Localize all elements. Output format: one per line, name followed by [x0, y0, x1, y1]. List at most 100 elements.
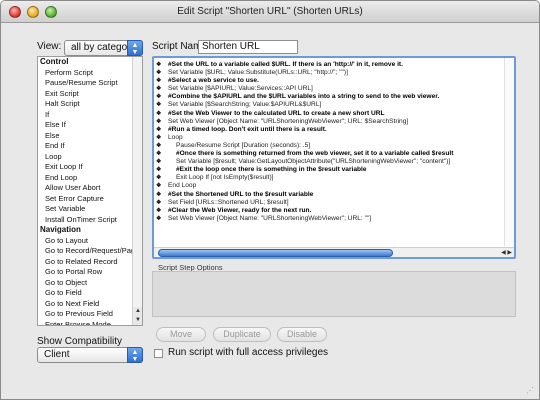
horizontal-scroll-arrows-icon[interactable]: ◀ ▶	[501, 248, 512, 257]
step-item[interactable]: Set Error Capture	[38, 194, 132, 205]
step-item[interactable]: Go to Object	[38, 278, 132, 289]
step-bullet-icon[interactable]: ❖	[156, 199, 161, 207]
step-bullet-icon[interactable]: ❖	[156, 93, 161, 101]
script-line-text: Set Web Viewer [Object Name: "URLShorten…	[168, 117, 409, 125]
step-list-scrollbar[interactable]: ▲ ▼	[132, 57, 142, 325]
step-bullet-icon[interactable]: ❖	[156, 215, 161, 223]
step-bullet-icon[interactable]: ❖	[156, 182, 161, 190]
script-line[interactable]: ❖ #Set the URL to a variable called $URL.…	[156, 61, 498, 69]
step-bullet-icon[interactable]: ❖	[156, 69, 161, 77]
compat-popup[interactable]: Client ▲ ▼	[37, 347, 143, 363]
step-bullet-icon[interactable]: ❖	[156, 85, 161, 93]
step-bullet-icon[interactable]: ❖	[156, 158, 161, 166]
step-item[interactable]: End If	[38, 141, 132, 152]
step-category[interactable]: Control	[38, 57, 132, 68]
step-item[interactable]: Pause/Resume Script	[38, 78, 132, 89]
step-item[interactable]: Else	[38, 131, 132, 142]
full-access-checkbox[interactable]	[154, 349, 163, 358]
script-line[interactable]: ❖ Set Web Viewer [Object Name: "URLShorte…	[156, 117, 498, 126]
script-line[interactable]: ❖ Set Field [URLs::Shortened URL; $result…	[156, 199, 498, 207]
script-line[interactable]: ❖ End Loop	[156, 182, 498, 190]
step-bullet-icon[interactable]: ❖	[156, 126, 161, 134]
step-bullet-icon[interactable]: ❖	[156, 166, 161, 174]
title-bar[interactable]: Edit Script "Shorten URL" (Shorten URLs)	[1, 1, 539, 23]
script-line-text: Set Variable [$result; Value:GetLayoutOb…	[176, 158, 451, 166]
script-line[interactable]: ❖ Pause/Resume Script [Duration (seconds)…	[156, 142, 498, 150]
script-line[interactable]: ❖ Set Web Viewer [Object Name: "URLShorte…	[156, 215, 498, 223]
step-item[interactable]: Halt Script	[38, 99, 132, 110]
script-line[interactable]: ❖ Set Variable [$result; Value:GetLayoutO…	[156, 158, 498, 166]
script-line-text: #Combine the $APIURL and the $URL variab…	[168, 93, 440, 101]
scroll-down-icon[interactable]: ▼	[133, 316, 142, 325]
script-line[interactable]: ❖ #Clear the Web Viewer, ready for the ne…	[156, 207, 498, 215]
step-bullet-icon[interactable]: ❖	[156, 150, 161, 158]
step-category[interactable]: Navigation	[38, 225, 132, 236]
script-vertical-scrollbar[interactable]	[504, 58, 514, 246]
step-items: Control Perform Script Pause/Resume Script…	[38, 57, 139, 326]
step-item[interactable]: Go to Layout	[38, 236, 132, 247]
step-item[interactable]: Go to Record/Request/Page	[38, 246, 139, 257]
step-item[interactable]: Allow User Abort	[38, 183, 132, 194]
step-item[interactable]: Go to Field	[38, 288, 132, 299]
script-line-text: Set Variable [$URL; Value:Substitute(URL…	[168, 69, 348, 77]
script-line-text: Set Variable [$SearchString; Value:$APIU…	[168, 101, 322, 109]
step-bullet-icon[interactable]: ❖	[156, 191, 161, 199]
script-editor[interactable]: ❖ #Set the URL to a variable called $URL.…	[152, 56, 516, 259]
script-lines: ❖ #Set the URL to a variable called $URL.…	[156, 61, 498, 223]
script-line[interactable]: ❖ #Once there is something returned from …	[156, 150, 498, 158]
step-item[interactable]: If	[38, 110, 132, 121]
script-line[interactable]: ❖ #Select a web service to use.	[156, 77, 498, 85]
script-line-text: #Set the Shortened URL to the $result va…	[168, 190, 314, 198]
disable-button[interactable]: Disable	[277, 327, 327, 342]
horizontal-scroll-thumb[interactable]	[158, 249, 393, 257]
step-item[interactable]: Go to Related Record	[38, 257, 132, 268]
resize-grip-icon[interactable]: ⋰	[526, 386, 536, 396]
script-line[interactable]: ❖ #Exit the loop once there is something …	[156, 166, 498, 174]
step-bullet-icon[interactable]: ❖	[156, 101, 161, 109]
script-step-list[interactable]: Control Perform Script Pause/Resume Script…	[37, 56, 143, 326]
step-item[interactable]: Go to Next Field	[38, 299, 132, 310]
step-bullet-icon[interactable]: ❖	[156, 174, 161, 182]
script-line[interactable]: ❖ Exit Loop If [not IsEmpty($result)]	[156, 174, 498, 182]
script-line[interactable]: ❖ #Set the Web Viewer to the calculated U…	[156, 109, 498, 118]
step-item[interactable]: Enter Browse Mode	[38, 320, 132, 326]
step-bullet-icon[interactable]: ❖	[156, 77, 161, 85]
zoom-window-icon[interactable]	[45, 6, 57, 18]
show-compat-label: Show Compatibility	[37, 336, 123, 347]
script-line[interactable]: ❖ #Run a timed loop. Don't exit until the…	[156, 126, 498, 134]
step-item[interactable]: Exit Script	[38, 89, 132, 100]
script-line[interactable]: ❖ Set Variable [$SearchString; Value:$API…	[156, 101, 498, 109]
close-window-icon[interactable]	[9, 6, 21, 18]
minimize-window-icon[interactable]	[27, 6, 39, 18]
step-bullet-icon[interactable]: ❖	[156, 207, 161, 215]
step-item[interactable]: Loop	[38, 152, 132, 163]
script-line[interactable]: ❖ #Set the Shortened URL to the $result v…	[156, 190, 498, 199]
script-line-text: #Once there is something returned from t…	[176, 150, 454, 158]
script-name-field[interactable]: Shorten URL	[198, 40, 298, 54]
move-button[interactable]: Move	[156, 327, 206, 342]
step-item[interactable]: Perform Script	[38, 68, 132, 79]
step-bullet-icon[interactable]: ❖	[156, 142, 161, 150]
script-line[interactable]: ❖ Loop	[156, 134, 498, 142]
duplicate-button[interactable]: Duplicate	[213, 327, 271, 342]
step-item[interactable]: Install OnTimer Script	[38, 215, 132, 226]
script-line[interactable]: ❖ Set Variable [$URL; Value:Substitute(UR…	[156, 69, 498, 77]
step-item[interactable]: End Loop	[38, 173, 132, 184]
step-item[interactable]: Go to Portal Row	[38, 267, 132, 278]
step-bullet-icon[interactable]: ❖	[156, 110, 161, 118]
step-item[interactable]: Exit Loop If	[38, 162, 132, 173]
script-line[interactable]: ❖ #Combine the $APIURL and the $URL varia…	[156, 93, 498, 101]
script-line-text: #Set the Web Viewer to the calculated UR…	[168, 109, 385, 117]
step-item[interactable]: Set Variable	[38, 204, 132, 215]
step-item[interactable]: Else If	[38, 120, 132, 131]
step-bullet-icon[interactable]: ❖	[156, 61, 161, 69]
script-line[interactable]: ❖ Set Variable [$APIURL; Value:Services::…	[156, 85, 498, 93]
script-line-text: #Select a web service to use.	[168, 77, 259, 85]
step-bullet-icon[interactable]: ❖	[156, 118, 161, 126]
scroll-up-icon[interactable]: ▲	[133, 307, 142, 316]
view-popup[interactable]: all by category ▲ ▼	[64, 40, 143, 56]
edit-script-window: Edit Script "Shorten URL" (Shorten URLs)…	[0, 0, 540, 400]
step-bullet-icon[interactable]: ❖	[156, 134, 161, 142]
script-horizontal-scrollbar[interactable]: ◀ ▶	[154, 247, 514, 257]
step-item[interactable]: Go to Previous Field	[38, 309, 132, 320]
